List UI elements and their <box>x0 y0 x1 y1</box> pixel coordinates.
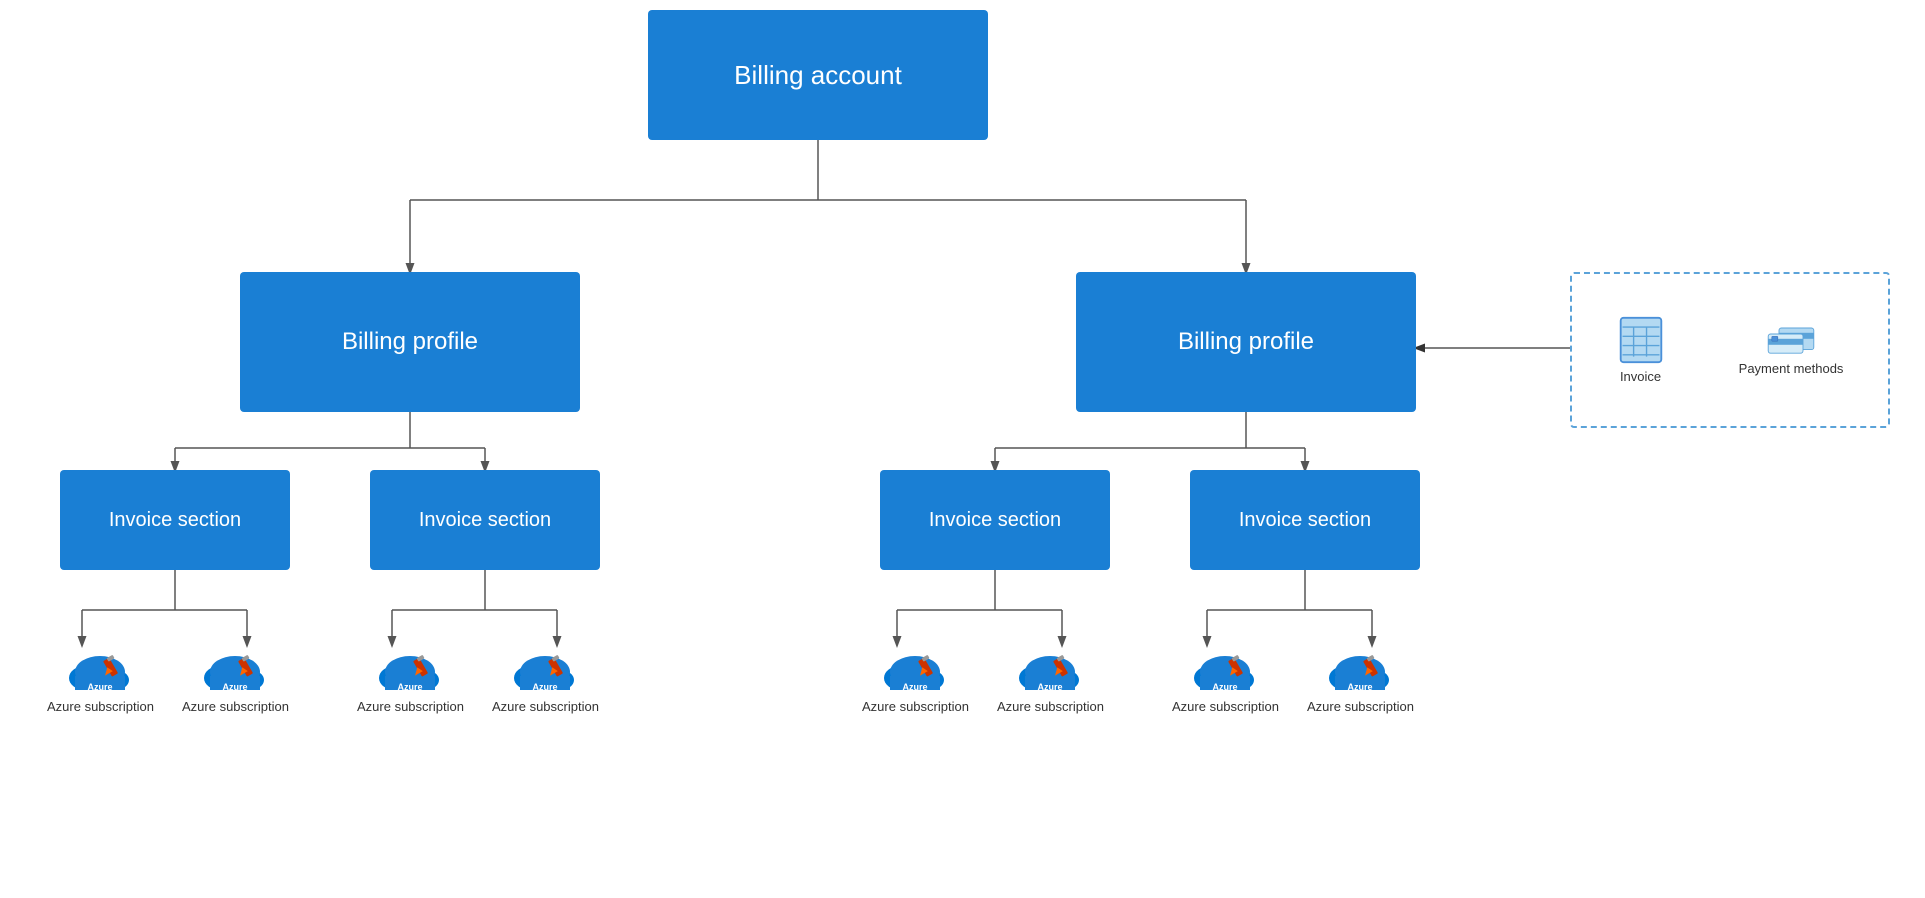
azure-sub-label-7: Azure subscription <box>1172 699 1279 714</box>
azure-sub-label-6: Azure subscription <box>997 699 1104 714</box>
azure-cloud-icon-6: Azure <box>1015 640 1085 695</box>
azure-subscription-6: Azure Azure subscription <box>997 640 1104 714</box>
invoice-section-1-box: Invoice section <box>60 470 290 570</box>
payment-icon <box>1767 324 1815 356</box>
invoice-item: Invoice <box>1617 316 1665 384</box>
azure-subscription-2: Azure Azure subscription <box>182 640 289 714</box>
svg-text:Azure: Azure <box>223 682 248 692</box>
azure-subscription-5: Azure Azure subscription <box>862 640 969 714</box>
svg-text:Azure: Azure <box>88 682 113 692</box>
azure-subscription-8: Azure Azure subscription <box>1307 640 1414 714</box>
azure-cloud-icon-2: Azure <box>200 640 270 695</box>
azure-cloud-icon-1: Azure <box>65 640 135 695</box>
azure-cloud-icon-4: Azure <box>510 640 580 695</box>
azure-cloud-icon-7: Azure <box>1190 640 1260 695</box>
svg-text:Azure: Azure <box>398 682 423 692</box>
billing-account-box: Billing account <box>648 10 988 140</box>
invoice-payment-box: Invoice Payment methods <box>1570 272 1890 428</box>
payment-item: Payment methods <box>1739 324 1844 376</box>
azure-sub-label-5: Azure subscription <box>862 699 969 714</box>
svg-text:Azure: Azure <box>1038 682 1063 692</box>
azure-cloud-icon-8: Azure <box>1325 640 1395 695</box>
svg-text:Azure: Azure <box>533 682 558 692</box>
azure-sub-label-3: Azure subscription <box>357 699 464 714</box>
svg-text:Azure: Azure <box>903 682 928 692</box>
svg-text:Azure: Azure <box>1348 682 1373 692</box>
azure-cloud-icon-5: Azure <box>880 640 950 695</box>
billing-profile-left-box: Billing profile <box>240 272 580 412</box>
azure-subscription-4: Azure Azure subscription <box>492 640 599 714</box>
invoice-icon <box>1617 316 1665 364</box>
invoice-label: Invoice <box>1620 369 1661 384</box>
azure-sub-label-1: Azure subscription <box>47 699 154 714</box>
azure-subscription-7: Azure Azure subscription <box>1172 640 1279 714</box>
azure-subscription-1: Azure Azure subscription <box>47 640 154 714</box>
azure-subscription-3: Azure Azure subscription <box>357 640 464 714</box>
azure-sub-label-8: Azure subscription <box>1307 699 1414 714</box>
invoice-section-4-box: Invoice section <box>1190 470 1420 570</box>
diagram-container: Billing account Billing profile Billing … <box>0 0 1925 898</box>
invoice-section-2-box: Invoice section <box>370 470 600 570</box>
invoice-section-3-box: Invoice section <box>880 470 1110 570</box>
azure-sub-label-4: Azure subscription <box>492 699 599 714</box>
azure-cloud-icon-3: Azure <box>375 640 445 695</box>
billing-profile-right-box: Billing profile <box>1076 272 1416 412</box>
payment-label: Payment methods <box>1739 361 1844 376</box>
svg-text:Azure: Azure <box>1213 682 1238 692</box>
azure-sub-label-2: Azure subscription <box>182 699 289 714</box>
